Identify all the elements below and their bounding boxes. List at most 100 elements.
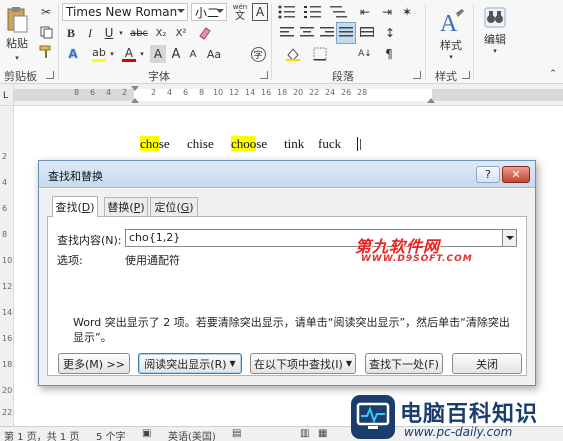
font-name-combo[interactable]: Times New Roman: [62, 3, 188, 21]
font-color-button[interactable]: A: [120, 45, 138, 63]
vertical-ruler[interactable]: 2 4 6 8 10 12 14 16 18 20 22: [0, 106, 14, 426]
highlight-button[interactable]: ab: [90, 45, 108, 63]
tab-replace[interactable]: 替换(P): [104, 197, 148, 216]
page-count[interactable]: 第 1 页，共 1 页: [4, 428, 79, 441]
group-separator: [271, 4, 272, 80]
language[interactable]: 英语(美国): [168, 428, 216, 441]
find-in-button[interactable]: 在以下项中查找(I) ▼: [250, 353, 356, 374]
styles-button[interactable]: A 样式 ▾: [432, 2, 470, 66]
justify-icon[interactable]: [336, 22, 356, 44]
phonetic-guide-button[interactable]: wén 文: [230, 2, 250, 22]
shrink-font-button[interactable]: A: [186, 45, 200, 63]
group-separator: [58, 4, 59, 80]
font-launcher-icon[interactable]: [260, 71, 268, 79]
show-marks-icon[interactable]: ¶: [380, 45, 398, 63]
italic-button[interactable]: I: [82, 24, 98, 42]
align-center-icon[interactable]: [298, 24, 316, 42]
bullets-icon[interactable]: [276, 4, 298, 20]
increase-indent-icon[interactable]: ⇥: [378, 4, 396, 20]
find-history-dropdown[interactable]: [502, 230, 516, 246]
sort-icon[interactable]: A↓: [356, 45, 374, 63]
multilevel-list-icon[interactable]: [328, 4, 350, 20]
clear-format-button[interactable]: [195, 24, 213, 42]
ruler-margin-right: [432, 89, 563, 101]
doc-word-tink[interactable]: tink: [284, 136, 304, 152]
word-rest: se: [158, 136, 170, 151]
ruler-number: 26: [341, 88, 352, 97]
collapse-ribbon-icon[interactable]: ⌃: [547, 68, 559, 80]
more-button[interactable]: 更多(M) >>: [58, 353, 130, 374]
align-left-icon[interactable]: [278, 24, 296, 42]
proofing-icon[interactable]: ▣: [142, 428, 151, 439]
line-spacing-icon[interactable]: ↕: [380, 24, 400, 42]
distributed-icon[interactable]: [358, 24, 376, 42]
view-read-icon[interactable]: ▥: [300, 428, 309, 439]
find-input-value: cho{1,2}: [129, 231, 181, 244]
close-dialog-button[interactable]: 关闭: [452, 353, 522, 374]
chevron-down-icon: [506, 236, 514, 240]
help-button[interactable]: ?: [476, 166, 500, 183]
group-label-clipboard: 剪贴板: [4, 70, 37, 83]
copy-icon[interactable]: [38, 24, 54, 40]
borders-icon[interactable]: [310, 45, 330, 63]
right-indent-marker[interactable]: [427, 98, 435, 103]
format-painter-icon[interactable]: [38, 44, 54, 60]
clipboard-launcher-icon[interactable]: [46, 71, 54, 79]
doc-word-chose[interactable]: chose: [140, 136, 170, 152]
shading-icon[interactable]: [283, 45, 303, 63]
paragraph-launcher-icon[interactable]: [413, 71, 421, 79]
align-right-icon[interactable]: [318, 24, 336, 42]
dialog-titlebar[interactable]: 查找和替换 ? ✕: [39, 161, 535, 188]
subscript-button[interactable]: X₂: [152, 24, 170, 42]
first-line-indent-marker[interactable]: [131, 86, 139, 91]
chevron-down-icon: ▼: [345, 359, 352, 368]
tab-accel: P: [133, 200, 141, 214]
char-border-button[interactable]: A: [252, 3, 268, 21]
bold-button[interactable]: B: [63, 24, 79, 42]
cut-icon[interactable]: ✂: [38, 4, 54, 20]
superscript-button[interactable]: X²: [172, 24, 190, 42]
ruler-number: 12: [2, 282, 13, 291]
edit-button[interactable]: 编辑 ▾: [478, 2, 512, 58]
font-color-dropdown-icon[interactable]: ▾: [138, 45, 146, 63]
highlight-dropdown-icon[interactable]: ▾: [108, 45, 116, 63]
text-effects-button[interactable]: A: [63, 45, 83, 63]
enclose-char-button[interactable]: 字: [248, 45, 268, 63]
doc-word-chise[interactable]: chise: [187, 136, 214, 152]
word-count[interactable]: 5 个字: [96, 428, 126, 441]
find-next-button[interactable]: 查找下一处(F): [365, 353, 443, 374]
styles-launcher-icon[interactable]: [462, 71, 470, 79]
paste-dropdown-icon[interactable]: ▾: [12, 54, 22, 62]
close-button[interactable]: ✕: [502, 166, 530, 183]
underline-dropdown-icon[interactable]: ▾: [117, 24, 125, 42]
strikethrough-button[interactable]: abc: [129, 24, 149, 42]
decrease-indent-icon[interactable]: ⇤: [356, 4, 374, 20]
horizontal-ruler[interactable]: 8 6 4 2 2 4 6 8 10 12 14 16 18 20 22 24 …: [14, 84, 563, 106]
char-shading-button[interactable]: A: [150, 45, 166, 63]
tab-selector[interactable]: L: [0, 84, 14, 106]
hanging-indent-marker[interactable]: [131, 98, 139, 103]
ruler-number: 14: [2, 308, 13, 317]
ruler-number: 28: [357, 88, 368, 97]
tab-accel: G: [180, 200, 190, 214]
doc-word-fuck[interactable]: fuck: [318, 136, 341, 152]
macro-icon[interactable]: ▤: [232, 428, 241, 439]
ruler-number: 16: [261, 88, 272, 97]
tab-accel: D: [81, 200, 91, 214]
grow-font-button[interactable]: A: [168, 45, 184, 63]
chinese-layout-icon[interactable]: ✶: [398, 4, 416, 20]
ruler-number: 16: [2, 334, 13, 343]
find-input[interactable]: cho{1,2}: [125, 229, 517, 247]
tab-goto[interactable]: 定位(G): [150, 197, 198, 216]
tab-find[interactable]: 查找(D): [52, 196, 98, 217]
numbering-icon[interactable]: [302, 4, 324, 20]
reading-highlight-button[interactable]: 阅读突出显示(R) ▼: [138, 353, 242, 374]
view-print-icon[interactable]: ▦: [318, 428, 327, 439]
ruler-number: 22: [309, 88, 320, 97]
paste-button[interactable]: 粘贴: [2, 4, 32, 52]
font-size-combo[interactable]: 小二: [191, 3, 227, 21]
word-rest: se: [256, 136, 268, 151]
doc-word-choose[interactable]: choose: [231, 136, 267, 152]
change-case-button[interactable]: Aa: [204, 45, 224, 63]
underline-button[interactable]: U: [101, 24, 117, 42]
